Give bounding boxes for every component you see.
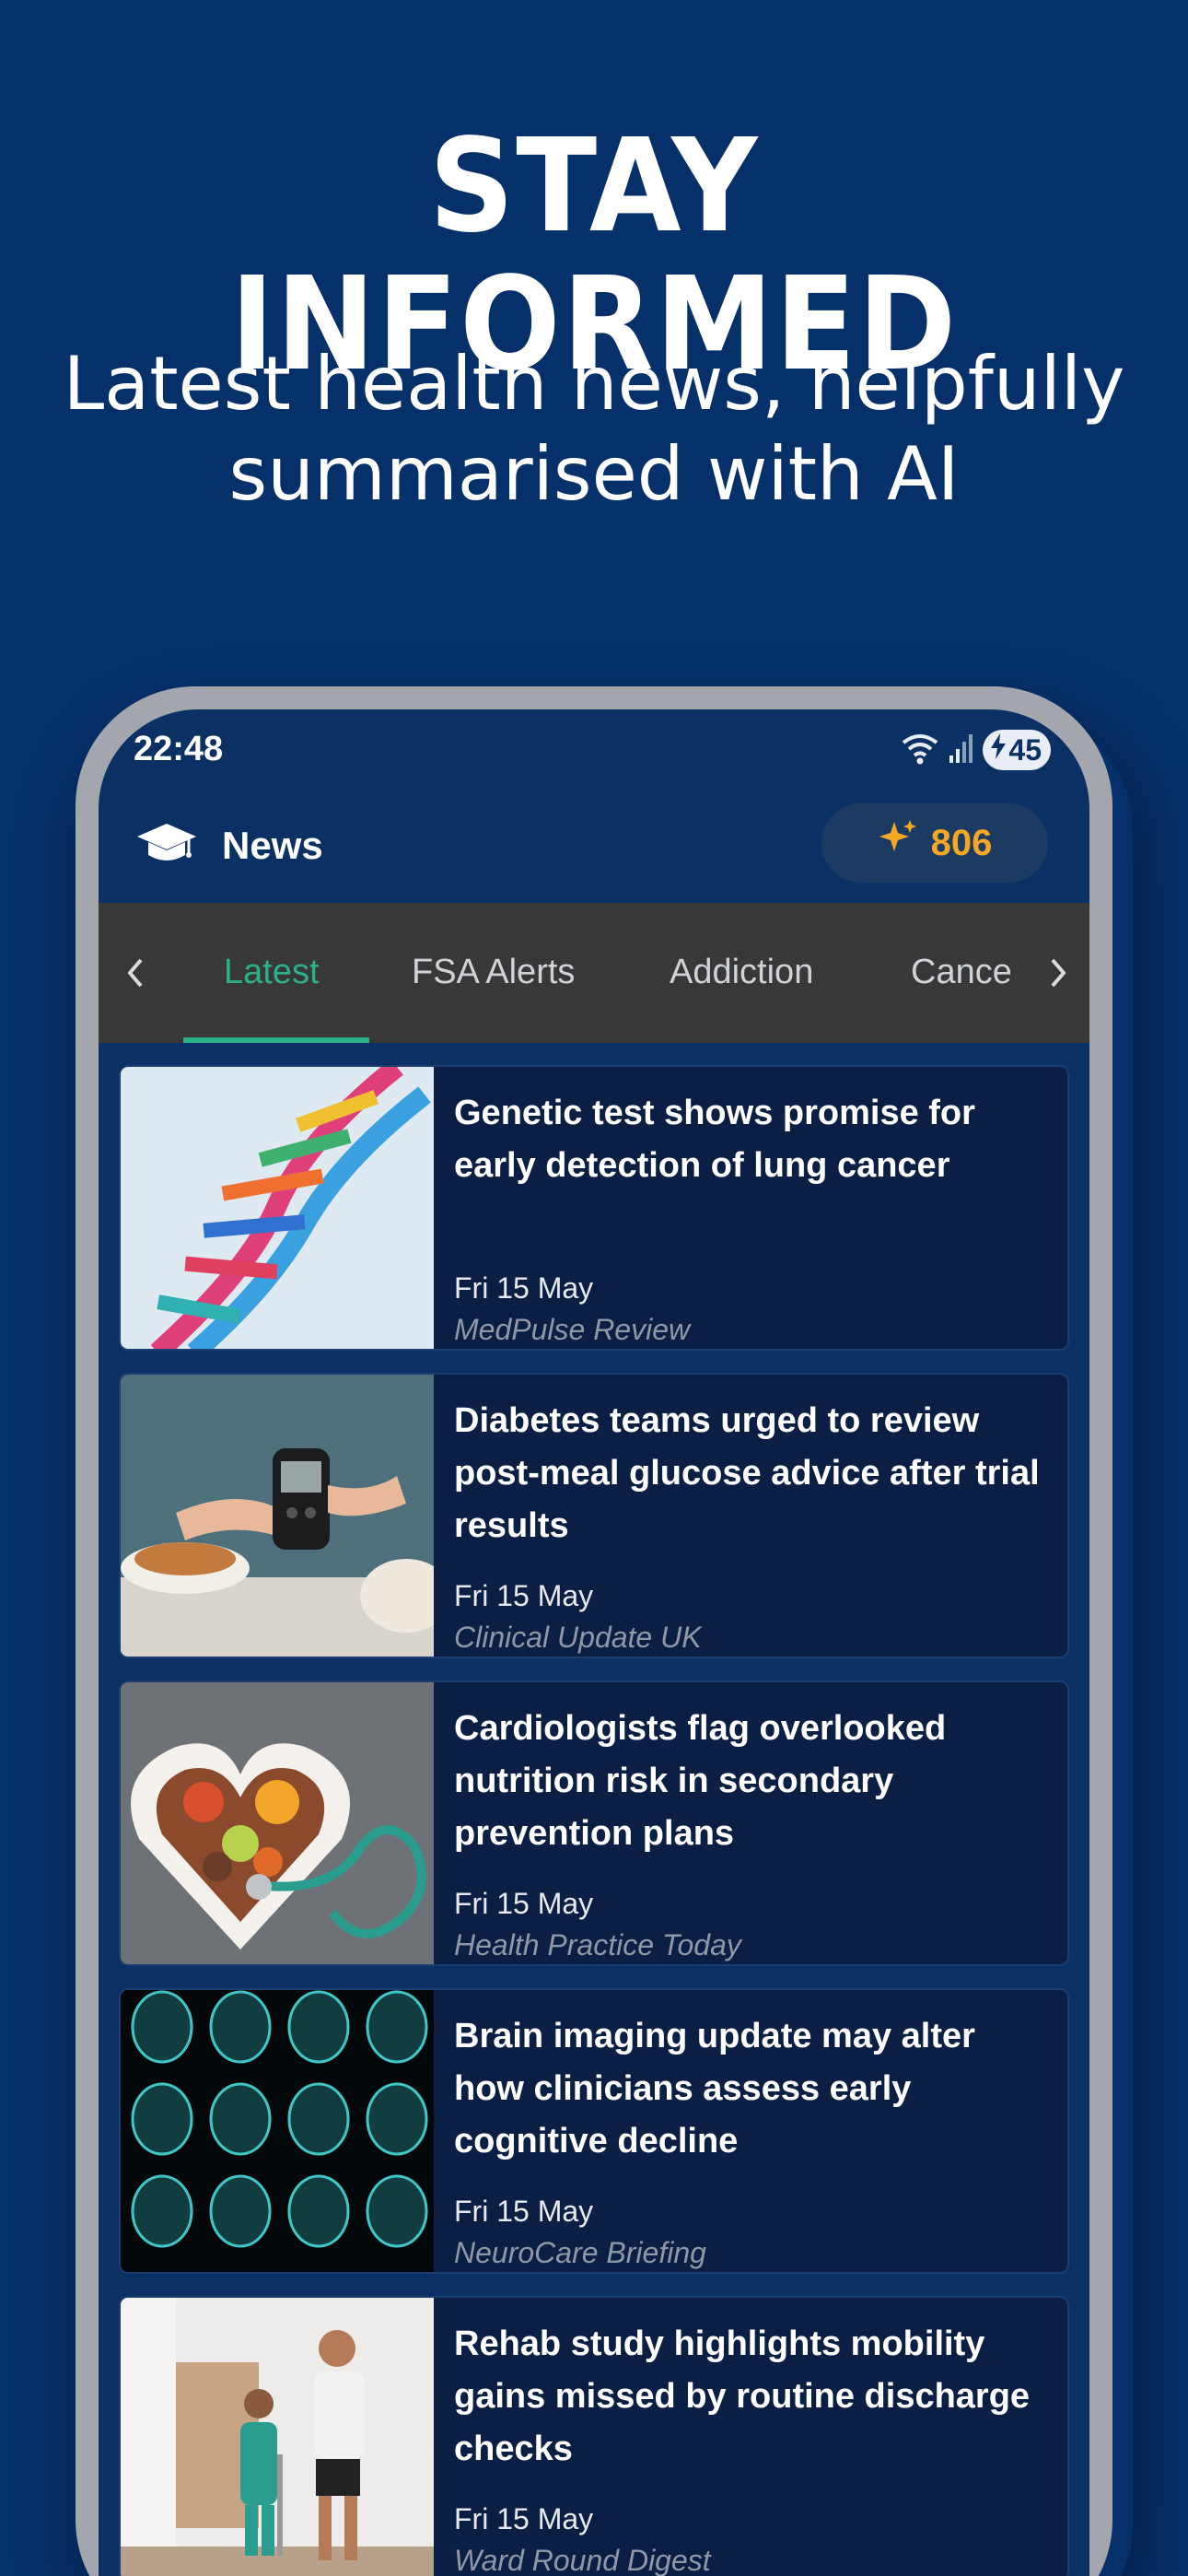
news-headline: Genetic test shows promise for early det… (454, 1094, 975, 1185)
wifi-icon (900, 730, 940, 771)
news-card[interactable]: Genetic test shows promise for early det… (119, 1065, 1069, 1351)
chevron-right-icon[interactable] (1040, 951, 1077, 995)
chevron-left-icon[interactable] (117, 951, 154, 995)
news-card-body: Cardiologists flag overlooked nutrition … (454, 1703, 1053, 1961)
news-source: Ward Round Digest (454, 2544, 711, 2576)
heart-bowl-stethoscope-image (121, 1682, 434, 1964)
news-headline: Diabetes teams urged to review post-meal… (454, 1401, 1040, 1545)
news-date: Fri 15 May (454, 2195, 594, 2228)
category-tab-bar: Latest FSA Alerts Addiction Cance (99, 903, 1089, 1043)
news-card[interactable]: Cardiologists flag overlooked nutrition … (119, 1680, 1069, 1966)
tab-cancer[interactable]: Cance (911, 903, 1012, 1043)
news-headline: Rehab study highlights mobility gains mi… (454, 2324, 1031, 2468)
brain-scans-image (121, 1990, 434, 2272)
phone-screen: 22:48 45 News 806 Latest FSA Alerts Addi… (99, 709, 1089, 2576)
news-headline: Cardiologists flag overlooked nutrition … (454, 1709, 947, 1853)
status-time: 22:48 (134, 730, 224, 768)
dna-helix-image (121, 1067, 434, 1349)
active-tab-indicator (183, 1037, 369, 1043)
ai-points-button[interactable]: 806 (821, 803, 1048, 883)
points-count: 806 (930, 822, 993, 863)
page-title: News (222, 824, 323, 867)
news-card-body: Brain imaging update may alter how clini… (454, 2010, 1053, 2269)
news-card[interactable]: Brain imaging update may alter how clini… (119, 1988, 1069, 2274)
news-card-body: Diabetes teams urged to review post-meal… (454, 1395, 1053, 1654)
promo-page: STAY INFORMED Latest health news, helpfu… (0, 0, 1188, 2576)
news-source: NeuroCare Briefing (454, 2236, 706, 2269)
status-bar: 22:48 45 (99, 709, 1089, 792)
physiotherapy-image (121, 2298, 434, 2576)
news-date: Fri 15 May (454, 1271, 594, 1305)
charging-bolt-icon (988, 732, 1008, 767)
app-header: News 806 (99, 794, 1089, 903)
graduation-cap-icon (135, 822, 198, 872)
status-icons: 45 (900, 730, 1051, 770)
signal-icon (948, 732, 975, 769)
news-source: Clinical Update UK (454, 1621, 702, 1654)
news-source: Health Practice Today (454, 1928, 741, 1961)
glucose-meter-image (121, 1375, 434, 1657)
news-card[interactable]: Rehab study highlights mobility gains mi… (119, 2296, 1069, 2576)
tab-fsa-alerts[interactable]: FSA Alerts (412, 903, 575, 1043)
news-headline: Brain imaging update may alter how clini… (454, 2017, 975, 2160)
tab-latest[interactable]: Latest (224, 903, 320, 1043)
news-card-body: Rehab study highlights mobility gains mi… (454, 2318, 1053, 2576)
news-source: MedPulse Review (454, 1313, 691, 1346)
news-date: Fri 15 May (454, 1579, 594, 1612)
promo-subtitle: Latest health news, helpfully summarised… (63, 341, 1125, 517)
battery-indicator: 45 (983, 730, 1051, 770)
tab-addiction[interactable]: Addiction (670, 903, 813, 1043)
sparkle-icon (878, 818, 918, 868)
news-date: Fri 15 May (454, 2502, 594, 2535)
news-card[interactable]: Diabetes teams urged to review post-meal… (119, 1373, 1069, 1658)
news-date: Fri 15 May (454, 1887, 594, 1920)
news-card-body: Genetic test shows promise for early det… (454, 1087, 1053, 1346)
battery-level: 45 (1008, 732, 1042, 767)
